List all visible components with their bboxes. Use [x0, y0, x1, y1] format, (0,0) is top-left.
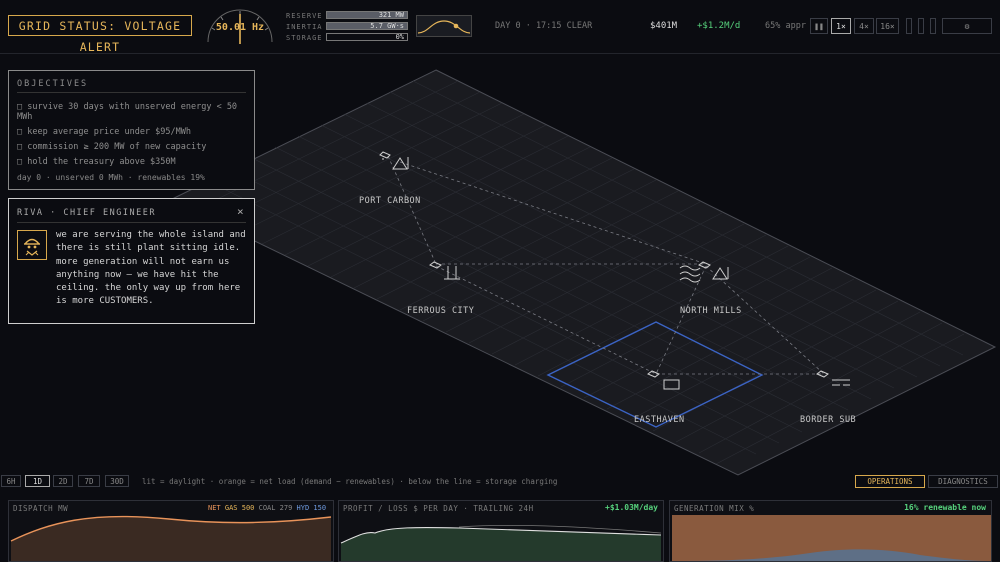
engineer-dialog: RIVA · CHIEF ENGINEER × we are serving t…: [8, 198, 255, 324]
engineer-message: we are serving the whole island and ther…: [56, 230, 246, 307]
city-label-port-carbon: PORT CARBON: [359, 196, 421, 206]
legend-net: NET: [208, 504, 221, 512]
toolbar-toggle-2[interactable]: [918, 18, 924, 34]
legend-hyd: HYD 150: [296, 504, 327, 512]
toolbar-toggle-3[interactable]: [930, 18, 936, 34]
range-1d-button[interactable]: 1D: [25, 475, 50, 487]
approval-rating: 65% appr: [765, 21, 806, 31]
city-label-north-mills: NORTH MILLS: [680, 306, 742, 316]
day-time: DAY 0 · 17:15 CLEAR: [495, 21, 593, 31]
close-button[interactable]: ×: [237, 205, 244, 218]
legend-gas: GAS 500: [224, 504, 255, 512]
dispatch-legend: NET GAS 500 COAL 279 HYD 150: [208, 504, 326, 512]
range-30d-button[interactable]: 30D: [105, 475, 129, 487]
chart-legend-note: lit = daylight · orange = net load (dema…: [142, 477, 558, 486]
grid-status-alert: GRID STATUS: VOLTAGE ALERT: [8, 15, 192, 54]
dispatch-title: DISPATCH MW: [13, 504, 69, 513]
engineer-title: RIVA · CHIEF ENGINEER: [17, 208, 156, 218]
range-2d-button[interactable]: 2D: [53, 475, 73, 487]
engineer-avatar: [17, 230, 47, 260]
treasury: $401M: [650, 21, 678, 31]
pause-button[interactable]: ❚❚: [810, 18, 828, 34]
storage-bar: 0%: [326, 33, 408, 41]
toolbar-toggle-1[interactable]: [906, 18, 912, 34]
objective-item: □ commission ≥ 200 MW of new capacity: [17, 142, 207, 152]
generation-mix-chart: GENERATION MIX % 16% renewable now: [669, 500, 992, 562]
income-rate: +$1.2M/d: [697, 21, 741, 31]
daylight-sparkline: [416, 15, 472, 37]
city-label-ferrous-city: FERROUS CITY: [407, 306, 475, 316]
genmix-title: GENERATION MIX %: [674, 504, 755, 513]
storage-label: STORAGE: [286, 34, 323, 42]
objectives-panel: OBJECTIVES □ survive 30 days with unserv…: [8, 70, 255, 190]
speed-4x-button[interactable]: 4×: [854, 18, 874, 34]
objective-item: □ survive 30 days with unserved energy <…: [17, 102, 238, 122]
inertia-label: INERTIA: [286, 23, 323, 31]
legend-coal: COAL 279: [258, 504, 293, 512]
objectives-divider: [17, 92, 246, 93]
engineer-portrait-icon: [24, 238, 40, 256]
tab-operations[interactable]: OPERATIONS: [855, 475, 925, 488]
profit-value: +$1.03M/day: [605, 503, 658, 512]
objectives-title: OBJECTIVES: [17, 79, 89, 89]
speed-1x-button[interactable]: 1×: [831, 18, 851, 34]
reserve-bar: 321 MW: [326, 11, 408, 19]
objective-item: □ hold the treasury above $350M: [17, 157, 176, 167]
dispatch-chart: DISPATCH MW NET GAS 500 COAL 279 HYD 150: [8, 500, 334, 562]
inertia-bar: 5.7 GW·s: [326, 22, 408, 30]
profit-title: PROFIT / LOSS $ PER DAY · TRAILING 24H: [343, 504, 534, 513]
frequency-readout: 50.01 Hz: [215, 22, 265, 33]
profit-chart: PROFIT / LOSS $ PER DAY · TRAILING 24H +…: [338, 500, 664, 562]
city-label-easthaven: EASTHAVEN: [634, 415, 685, 425]
city-label-border-sub: BORDER SUB: [800, 415, 857, 425]
objectives-footer: day 0 · unserved 0 MWh · renewables 19%: [17, 173, 205, 182]
genmix-value: 16% renewable now: [904, 503, 986, 512]
objective-item: □ keep average price under $95/MWh: [17, 127, 191, 137]
tab-diagnostics[interactable]: DIAGNOSTICS: [928, 475, 998, 488]
settings-button[interactable]: ⚙: [942, 18, 992, 34]
speed-16x-button[interactable]: 16×: [876, 18, 899, 34]
range-7d-button[interactable]: 7D: [78, 475, 100, 487]
range-6h-button[interactable]: 6H: [1, 475, 21, 487]
reserve-label: RESERVE: [286, 12, 323, 20]
engineer-divider: [17, 222, 246, 223]
